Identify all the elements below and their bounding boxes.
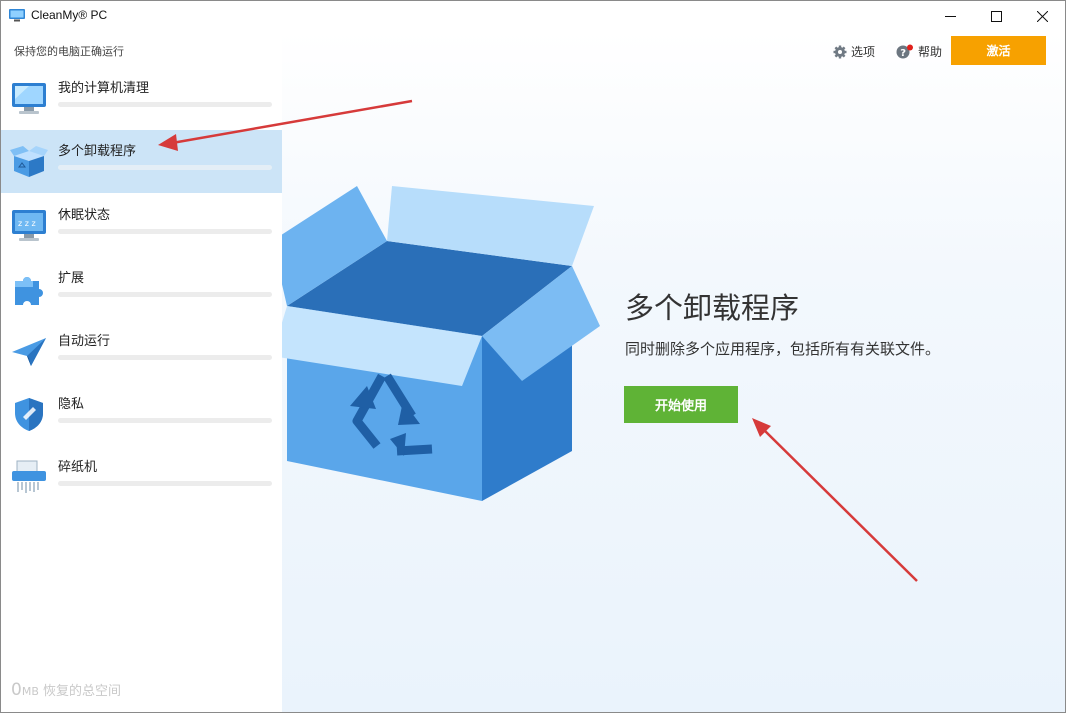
sidebar-item-pc-cleanup[interactable]: 我的计算机清理 xyxy=(1,67,282,130)
app-logo-icon xyxy=(9,9,25,22)
sidebar-item-label: 休眠状态 xyxy=(58,208,111,223)
progress-track xyxy=(58,481,272,486)
app-subtitle: 保持您的电脑正确运行 xyxy=(14,45,124,58)
shredder-icon xyxy=(12,460,46,493)
svg-text:?: ? xyxy=(900,48,906,59)
help-button[interactable]: ? 帮助 xyxy=(896,43,942,60)
svg-text:z z z: z z z xyxy=(18,219,36,228)
recovered-space-label: 恢复的总空间 xyxy=(43,684,122,699)
maximize-button[interactable] xyxy=(973,1,1019,31)
options-button[interactable]: 选项 xyxy=(833,43,875,60)
gear-icon xyxy=(833,45,847,58)
puzzle-icon xyxy=(15,277,43,305)
recovered-space-footer: 0MB 恢复的总空间 xyxy=(11,680,121,700)
sidebar-item-label: 扩展 xyxy=(58,271,85,286)
close-button[interactable] xyxy=(1019,1,1065,31)
recovered-space-value: 0 xyxy=(11,680,22,700)
sidebar: 保持您的电脑正确运行 我的计算机清理 多个卸载程序 z z z 休眠状态 扩展 … xyxy=(1,31,282,712)
sidebar-item-label: 碎纸机 xyxy=(58,460,98,475)
box-icon xyxy=(10,146,48,177)
sidebar-item-label: 多个卸载程序 xyxy=(58,144,137,159)
progress-track xyxy=(58,229,272,234)
uninstaller-box-illustration xyxy=(282,186,600,501)
help-icon: ? xyxy=(896,44,913,59)
main-panel: 选项 ? 帮助 激活 多个卸载程序 同时删除多个应用程序，包括所有有关联文件。 … xyxy=(282,31,1065,712)
window-title: CleanMy® PC xyxy=(31,8,108,22)
feature-description: 同时删除多个应用程序，包括所有有关联文件。 xyxy=(625,340,941,358)
activate-button[interactable]: 激活 xyxy=(951,36,1046,65)
minimize-button[interactable] xyxy=(927,1,973,31)
options-label: 选项 xyxy=(851,45,876,59)
start-button[interactable]: 开始使用 xyxy=(624,386,738,423)
maximize-icon xyxy=(990,10,1002,22)
sidebar-item-label: 自动运行 xyxy=(58,334,111,349)
paper-plane-icon xyxy=(12,338,46,366)
progress-track xyxy=(58,292,272,297)
close-icon xyxy=(1036,10,1048,22)
sidebar-item-label: 我的计算机清理 xyxy=(58,81,150,96)
progress-track xyxy=(58,102,272,107)
sidebar-item-extensions[interactable]: 扩展 xyxy=(1,257,282,320)
feature-title: 多个卸载程序 xyxy=(625,291,800,325)
shield-icon xyxy=(15,398,43,431)
progress-track xyxy=(58,355,272,360)
sidebar-item-shredder[interactable]: 碎纸机 xyxy=(1,446,282,509)
progress-track xyxy=(58,418,272,423)
minimize-icon xyxy=(944,15,956,17)
sidebar-item-autorun[interactable]: 自动运行 xyxy=(1,320,282,383)
progress-track xyxy=(58,165,272,170)
sleep-monitor-icon: z z z xyxy=(12,210,46,241)
sidebar-item-uninstaller[interactable]: 多个卸载程序 xyxy=(1,130,282,193)
sidebar-item-hibernate[interactable]: z z z 休眠状态 xyxy=(1,194,282,257)
title-bar[interactable]: CleanMy® PC xyxy=(1,1,1065,31)
sidebar-item-label: 隐私 xyxy=(58,397,85,412)
help-label: 帮助 xyxy=(918,45,943,59)
monitor-icon xyxy=(12,83,46,114)
sidebar-item-privacy[interactable]: 隐私 xyxy=(1,383,282,446)
app-window: CleanMy® PC 保持您的电脑正确运行 我的计算机清理 多个卸载程序 z … xyxy=(0,0,1066,713)
recovered-space-unit: MB xyxy=(21,685,39,698)
